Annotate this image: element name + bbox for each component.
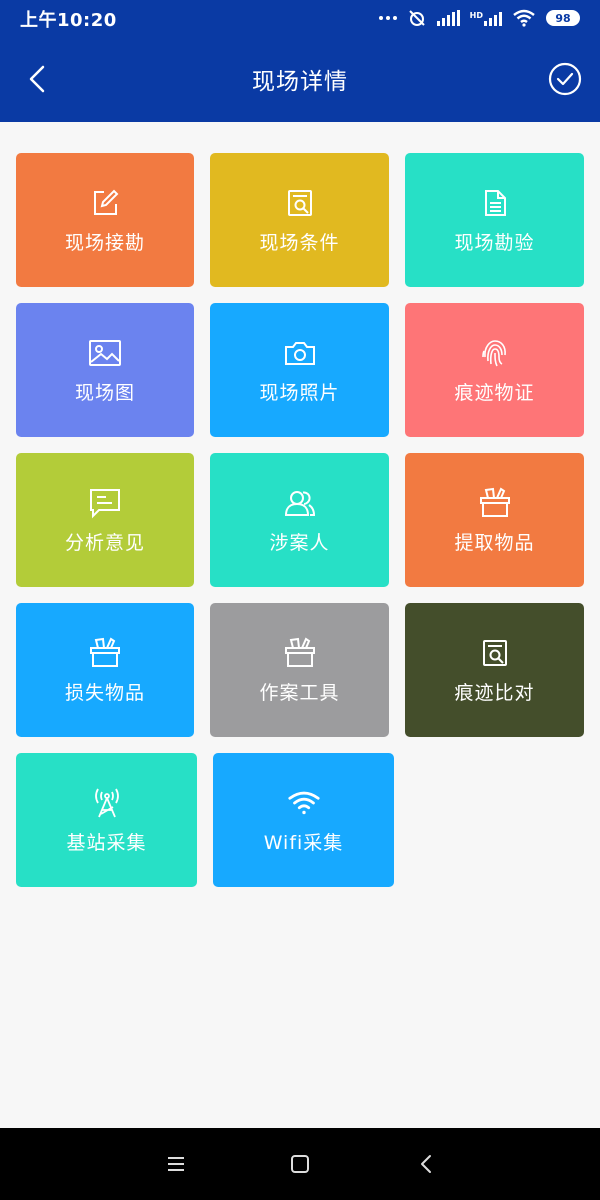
- wifi-status-icon: [513, 9, 535, 27]
- tile-crime-tools[interactable]: 作案工具: [210, 603, 389, 737]
- status-time: 上午10:20: [20, 10, 117, 31]
- menu-button[interactable]: [162, 1150, 190, 1178]
- wifi-icon: [287, 786, 321, 820]
- camera-icon: [283, 336, 317, 370]
- system-back-button[interactable]: [412, 1150, 440, 1178]
- tile-lost-items[interactable]: 损失物品: [16, 603, 194, 737]
- battery-icon: 98: [546, 10, 580, 26]
- tile-label: Wifi采集: [263, 831, 344, 854]
- tile-label: 痕迹物证: [454, 381, 535, 404]
- tile-label: 现场接勘: [64, 231, 145, 254]
- tile-scene-map[interactable]: 现场图: [16, 303, 194, 437]
- tile-label: 现场图: [74, 381, 135, 404]
- tile-label: 提取物品: [454, 531, 535, 554]
- home-square-icon: [291, 1155, 309, 1173]
- home-button[interactable]: [286, 1150, 314, 1178]
- tile-analysis[interactable]: 分析意见: [16, 453, 194, 587]
- box-icon: [478, 486, 512, 520]
- tile-wifi-collection[interactable]: Wifi采集: [213, 753, 394, 887]
- tile-scene-photos[interactable]: 现场照片: [210, 303, 389, 437]
- alarm-off-icon: [408, 10, 425, 26]
- tile-scene-inspection[interactable]: 现场勘验: [405, 153, 584, 287]
- tile-trace-comparison[interactable]: 痕迹比对: [405, 603, 584, 737]
- tile-base-station[interactable]: 基站采集: [16, 753, 197, 887]
- confirm-button[interactable]: [548, 62, 582, 96]
- tile-scene-acceptance[interactable]: 现场接勘: [16, 153, 194, 287]
- tile-label: 痕迹比对: [454, 681, 535, 704]
- system-nav-bar: [0, 1128, 600, 1200]
- tile-label: 现场条件: [259, 231, 340, 254]
- page-title: 现场详情: [252, 69, 348, 95]
- fingerprint-icon: [478, 336, 512, 370]
- signal-icon: [436, 10, 460, 26]
- antenna-icon: [90, 786, 124, 820]
- more-dots-icon: [378, 16, 397, 20]
- tile-extracted-items[interactable]: 提取物品: [405, 453, 584, 587]
- image-icon: [88, 336, 122, 370]
- box-icon: [283, 636, 317, 670]
- document-icon: [478, 186, 512, 220]
- tile-label: 分析意见: [64, 531, 145, 554]
- signal-hd-icon: HD: [470, 10, 502, 26]
- search-document-icon: [283, 186, 317, 220]
- message-icon: [88, 486, 122, 520]
- chevron-left-icon: [421, 1155, 431, 1173]
- tile-involved-persons[interactable]: 涉案人: [210, 453, 389, 587]
- box-icon: [88, 636, 122, 670]
- tile-label: 现场照片: [259, 381, 340, 404]
- tile-label: 基站采集: [66, 831, 147, 854]
- tile-label: 作案工具: [259, 681, 340, 704]
- search-document-icon: [478, 636, 512, 670]
- tile-trace-evidence[interactable]: 痕迹物证: [405, 303, 584, 437]
- tile-label: 涉案人: [269, 531, 330, 554]
- tile-label: 损失物品: [64, 681, 145, 704]
- menu-icon: [168, 1157, 184, 1171]
- edit-icon: [88, 186, 122, 220]
- people-icon: [283, 486, 317, 520]
- tile-label: 现场勘验: [454, 231, 535, 254]
- app-header: 上午10:20 HD 98 现场详情: [0, 0, 600, 122]
- tile-scene-conditions[interactable]: 现场条件: [210, 153, 389, 287]
- check-circle-icon: [548, 62, 582, 96]
- status-icons: HD 98: [378, 6, 580, 30]
